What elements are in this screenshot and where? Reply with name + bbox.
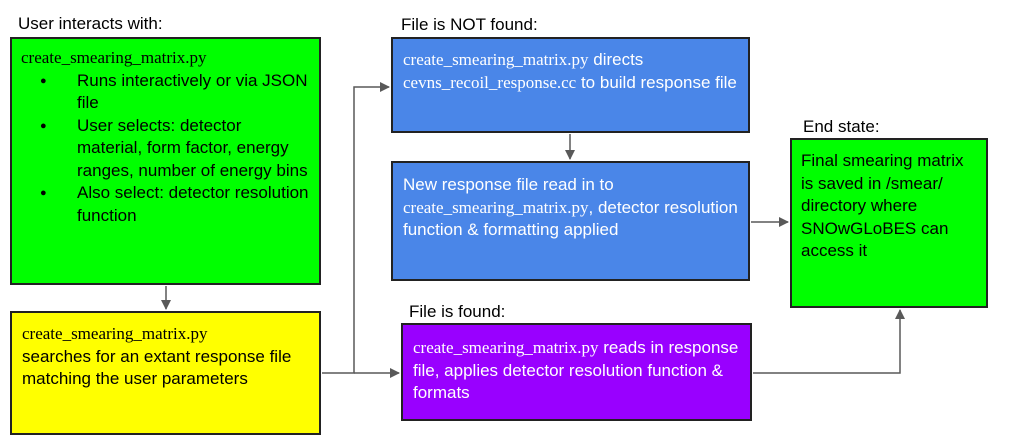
arrow-found-to-end bbox=[753, 309, 905, 374]
flow-arrows bbox=[161, 82, 905, 378]
arrow-search-to-build bbox=[322, 82, 390, 374]
